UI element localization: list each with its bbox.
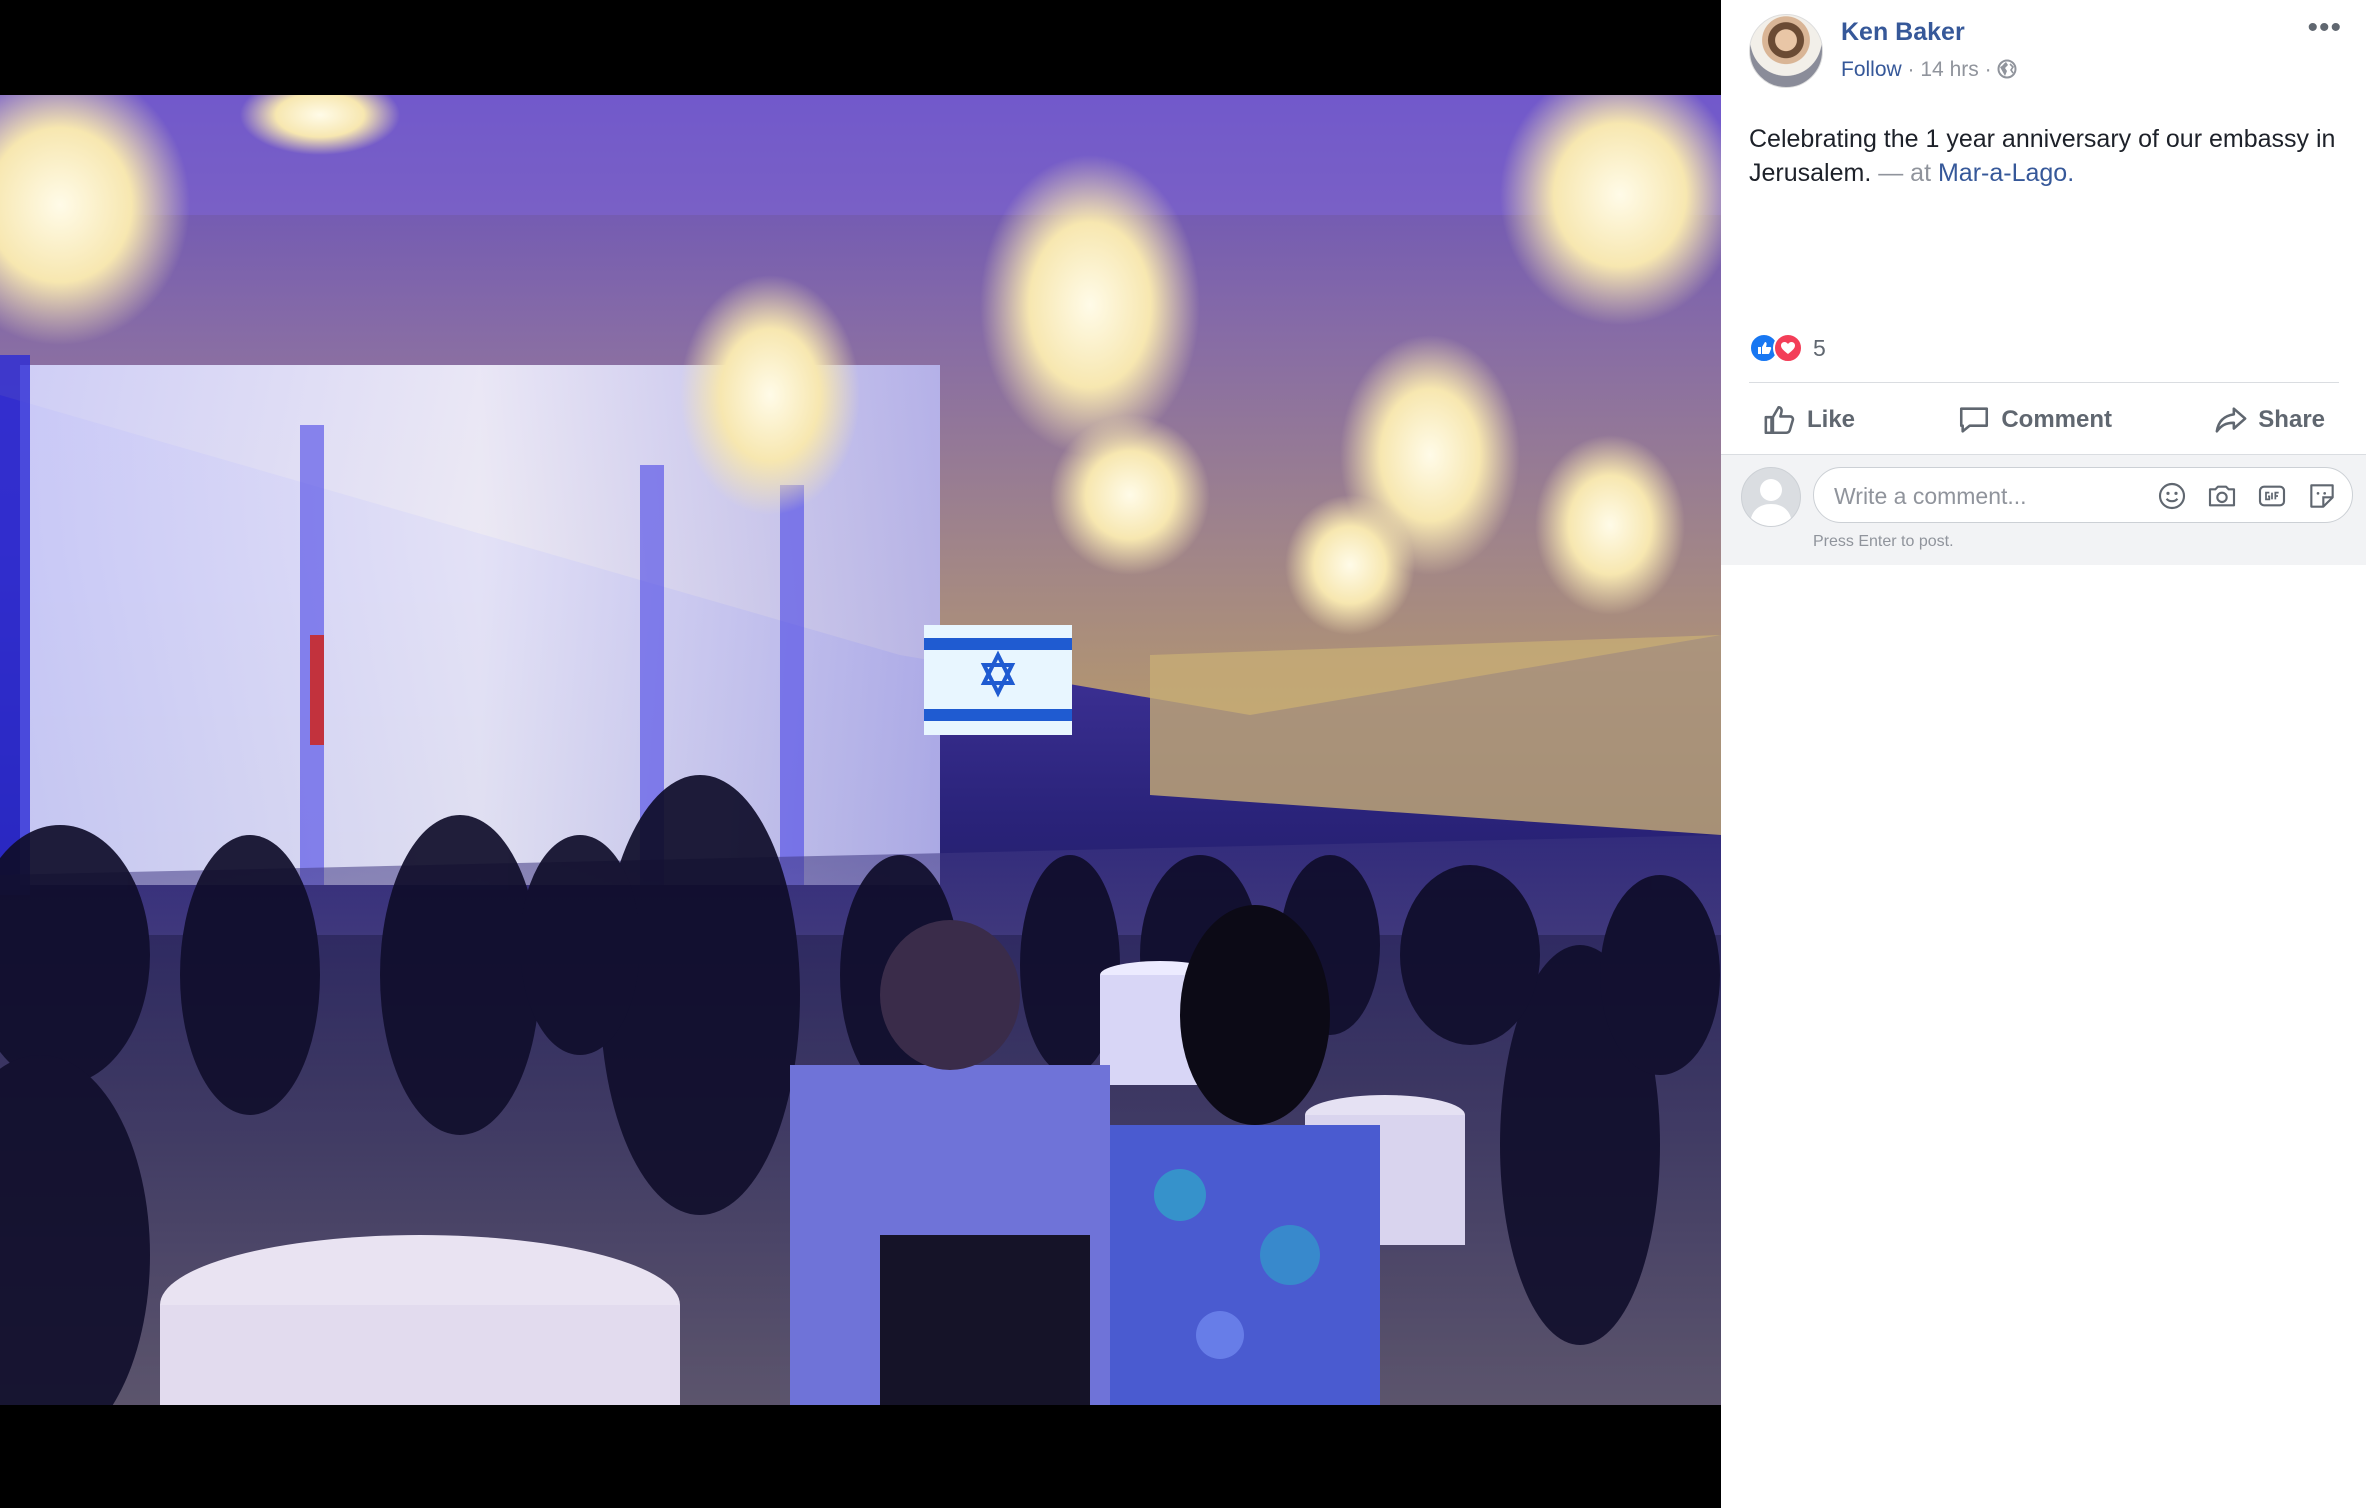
comment-box bbox=[1813, 467, 2353, 524]
globe-icon[interactable] bbox=[1997, 59, 2017, 79]
reaction-summary[interactable]: 5 bbox=[1749, 332, 1826, 364]
comment-input[interactable] bbox=[1832, 468, 2136, 524]
gif-icon[interactable] bbox=[2256, 480, 2288, 512]
photo-viewer bbox=[0, 0, 1721, 1508]
comment-icon bbox=[1957, 403, 1991, 437]
love-reaction-icon bbox=[1773, 333, 1803, 363]
divider bbox=[1749, 382, 2339, 383]
author-name[interactable]: Ken Baker bbox=[1841, 18, 1965, 47]
share-arrow-icon bbox=[2214, 403, 2248, 437]
post-header: Ken Baker Follow · 14 hrs · bbox=[1749, 14, 2349, 94]
follow-link[interactable]: Follow bbox=[1841, 58, 1902, 81]
more-options-icon[interactable]: ••• bbox=[2307, 13, 2342, 43]
comment-button[interactable]: Comment bbox=[1943, 403, 2126, 437]
post-caption: Celebrating the 1 year anniversary of ou… bbox=[1749, 122, 2339, 190]
post-actions: Like Comment Share bbox=[1749, 390, 2339, 450]
post-meta: Follow · 14 hrs · bbox=[1841, 58, 2017, 82]
share-label: Share bbox=[2258, 406, 2325, 433]
like-button[interactable]: Like bbox=[1749, 403, 1869, 437]
camera-icon[interactable] bbox=[2206, 480, 2238, 512]
comment-tools bbox=[2156, 480, 2338, 512]
thumbs-up-icon bbox=[1763, 403, 1797, 437]
like-label: Like bbox=[1807, 406, 1856, 433]
facebook-photo-viewer: Ken Baker Follow · 14 hrs · ••• Celebrat… bbox=[0, 0, 2366, 1508]
meta-separator: · bbox=[1984, 58, 1992, 81]
author-avatar[interactable] bbox=[1749, 14, 1823, 88]
share-button[interactable]: Share bbox=[2200, 403, 2339, 437]
comment-hint: Press Enter to post. bbox=[1813, 533, 1954, 550]
post-photo[interactable] bbox=[0, 95, 1721, 1405]
comment-label: Comment bbox=[2001, 406, 2112, 433]
meta-separator: · bbox=[1907, 58, 1915, 81]
viewer-avatar bbox=[1741, 467, 1801, 527]
comment-composer: Press Enter to post. bbox=[1721, 454, 2366, 565]
caption-at: — at bbox=[1878, 159, 1932, 187]
sticker-icon[interactable] bbox=[2306, 480, 2338, 512]
emoji-icon[interactable] bbox=[2156, 480, 2188, 512]
post-side-panel: Ken Baker Follow · 14 hrs · ••• Celebrat… bbox=[1721, 0, 2366, 1508]
location-link[interactable]: Mar-a-Lago. bbox=[1938, 159, 2074, 187]
reaction-count[interactable]: 5 bbox=[1813, 335, 1826, 362]
post-timestamp[interactable]: 14 hrs bbox=[1920, 58, 1978, 81]
